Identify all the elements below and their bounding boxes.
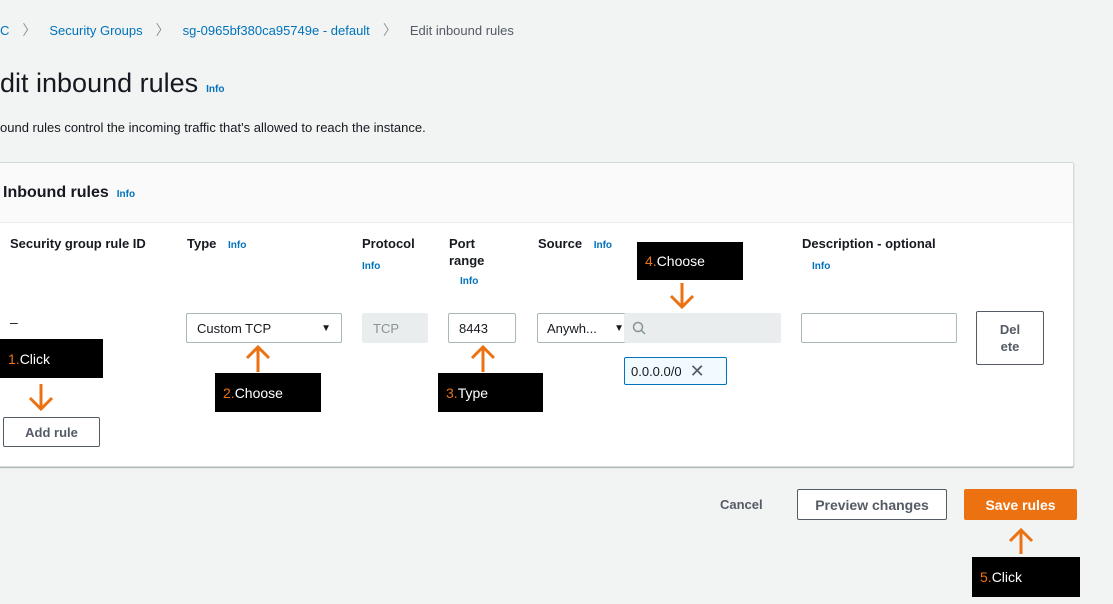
annotation-1: 1. Click: [0, 339, 103, 378]
panel-header: Inbound rules Info: [0, 163, 1073, 223]
annotation-5-text: Click: [991, 569, 1023, 585]
panel-title: Inbound rules Info: [3, 184, 135, 202]
annotation-3-step: 3.: [446, 384, 458, 401]
cidr-token-label: 0.0.0.0/0: [631, 363, 682, 379]
col-port-label-2: range: [449, 253, 485, 268]
col-description: Description - optional Info: [802, 235, 936, 275]
source-select-value: Anywh...: [547, 320, 597, 336]
close-icon[interactable]: ✕: [690, 362, 705, 380]
add-rule-button[interactable]: Add rule: [3, 417, 100, 447]
annotation-5: 5. Click: [972, 557, 1080, 597]
page-description: ound rules control the incoming traffic …: [0, 120, 426, 135]
col-description-info[interactable]: Info: [812, 258, 936, 275]
chevron-right-icon: 〉: [155, 22, 170, 38]
annotation-3-text: Type: [457, 384, 489, 401]
description-input[interactable]: [801, 313, 957, 343]
delete-label-2: ete: [1000, 339, 1020, 354]
col-port-label-1: Port: [449, 236, 475, 251]
annotation-4-text: Choose: [656, 253, 705, 269]
arrow-icon: [245, 344, 271, 372]
save-rules-button[interactable]: Save rules: [964, 489, 1077, 520]
delete-button[interactable]: Del ete: [976, 311, 1044, 365]
annotation-2-text: Choose: [234, 384, 283, 401]
annotation-2-step: 2.: [223, 384, 235, 401]
page-info-link[interactable]: Info: [206, 84, 224, 95]
source-select[interactable]: Anywh... ▼: [537, 313, 629, 343]
chevron-right-icon: 〉: [22, 22, 37, 38]
source-cidr-search-input[interactable]: [624, 313, 781, 343]
annotation-4-step: 4.: [645, 253, 657, 269]
annotation-3: 3. Type: [438, 373, 543, 412]
rule-id-value: –: [10, 314, 18, 330]
breadcrumb-security-groups[interactable]: Security Groups: [49, 23, 142, 38]
col-protocol-label: Protocol: [362, 236, 415, 251]
annotation-1-step: 1.: [8, 350, 20, 367]
protocol-field: TCP: [362, 313, 428, 343]
col-port-range: Port range Info: [449, 235, 484, 290]
breadcrumb-security-group[interactable]: sg-0965bf380ca95749e - default: [183, 23, 370, 38]
type-select-value: Custom TCP: [197, 320, 272, 336]
delete-label-1: Del: [999, 322, 1021, 337]
panel-info-link[interactable]: Info: [117, 189, 135, 200]
breadcrumb-vpc[interactable]: C: [0, 23, 9, 38]
page-title: dit inbound rules Info: [0, 68, 224, 99]
annotation-2: 2. Choose: [215, 373, 321, 412]
breadcrumb: C 〉 Security Groups 〉 sg-0965bf380ca9574…: [0, 20, 514, 40]
col-type-label: Type: [187, 236, 217, 251]
page-title-text: dit inbound rules: [0, 68, 199, 98]
cancel-button[interactable]: Cancel: [720, 497, 763, 512]
chevron-right-icon: 〉: [382, 22, 397, 38]
annotation-5-step: 5.: [980, 569, 992, 585]
caret-down-icon: ▼: [321, 322, 331, 334]
caret-down-icon: ▼: [614, 322, 624, 334]
arrow-icon: [669, 283, 695, 310]
search-icon: [632, 321, 646, 335]
cidr-token: 0.0.0.0/0 ✕: [624, 357, 727, 385]
panel-title-text: Inbound rules: [3, 183, 109, 201]
arrow-icon: [1008, 527, 1034, 554]
type-select[interactable]: Custom TCP ▼: [186, 313, 342, 343]
col-type: Type Info: [187, 235, 246, 254]
col-port-info[interactable]: Info: [460, 273, 484, 290]
col-rule-id: Security group rule ID: [10, 236, 146, 251]
arrow-icon: [470, 344, 496, 372]
col-source-info[interactable]: Info: [594, 240, 612, 251]
annotation-4: 4. Choose: [637, 242, 743, 280]
breadcrumb-current: Edit inbound rules: [409, 22, 514, 38]
col-protocol-info[interactable]: Info: [362, 258, 415, 275]
col-description-label: Description - optional: [802, 236, 936, 251]
col-type-info[interactable]: Info: [228, 240, 246, 251]
col-source: Source Info: [538, 235, 612, 254]
arrow-icon: [28, 384, 54, 412]
preview-changes-button[interactable]: Preview changes: [797, 489, 947, 520]
col-source-label: Source: [538, 236, 583, 251]
col-protocol: Protocol Info: [362, 235, 415, 275]
annotation-1-text: Click: [19, 350, 51, 367]
port-range-input[interactable]: 8443: [448, 313, 516, 343]
